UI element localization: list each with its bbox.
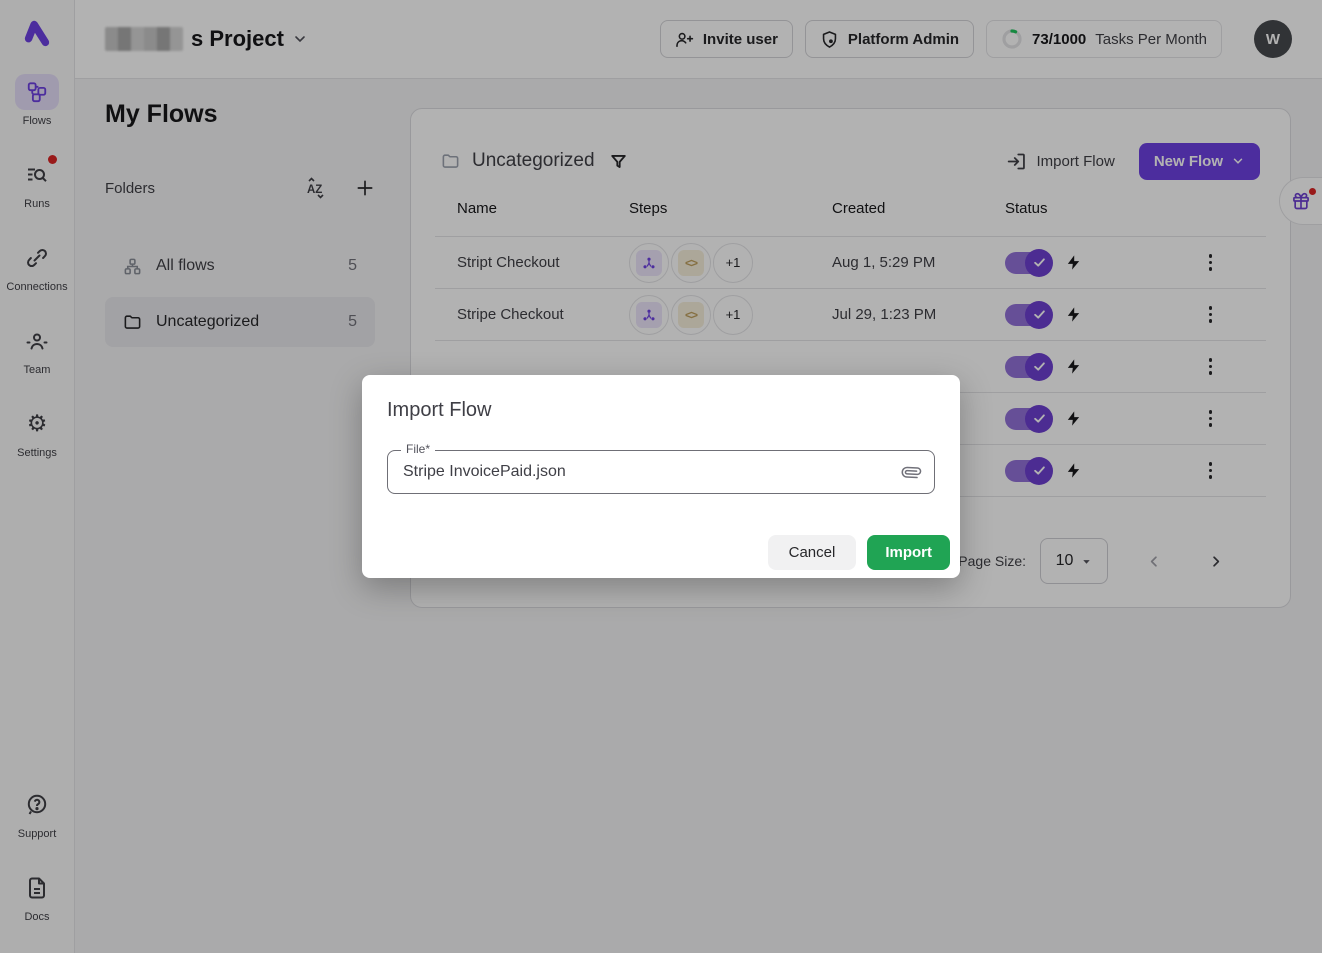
file-input[interactable]	[388, 463, 902, 481]
paperclip-icon[interactable]	[902, 463, 934, 482]
import-flow-dialog: Import Flow File* Cancel Import	[362, 375, 960, 578]
import-button[interactable]: Import	[867, 535, 950, 570]
file-field[interactable]: File*	[387, 450, 935, 494]
app-root: Flows Runs Connections	[0, 0, 1322, 953]
cancel-button[interactable]: Cancel	[768, 535, 857, 570]
dialog-title: Import Flow	[387, 399, 935, 422]
file-field-label: File*	[401, 442, 435, 456]
